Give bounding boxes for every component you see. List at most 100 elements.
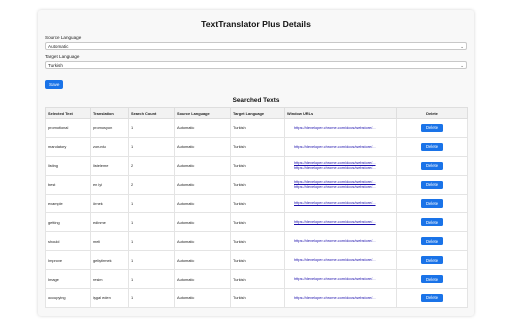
selected-text-cell: Image xyxy=(45,269,91,290)
window-urls-cell: https://developer.chrome.com/docs/websto… xyxy=(284,193,397,214)
selected-text-cell: mandatory xyxy=(45,136,91,157)
url-list: https://developer.chrome.com/docs/websto… xyxy=(287,239,394,243)
delete-button[interactable]: Delete xyxy=(421,274,443,284)
delete-button[interactable]: Delete xyxy=(421,123,443,133)
window-url-link[interactable]: https://developer.chrome.com/docs/websto… xyxy=(294,239,394,243)
source-language-value: Automatic xyxy=(48,44,69,49)
selected-text-cell: getting xyxy=(45,212,91,233)
table-row: occupyingişgal eden1AutomaticTurkish http… xyxy=(45,288,468,308)
delete-cell: Delete xyxy=(396,118,468,138)
translation-cell: örnek xyxy=(90,193,129,214)
selected-text-cell: occupying xyxy=(45,288,91,308)
window-urls-cell: https://developer.chrome.com/docs/websto… xyxy=(284,174,397,195)
header-selected-text: Selected Text xyxy=(45,107,91,119)
window-urls-cell: https://developer.chrome.com/docs/websto… xyxy=(284,118,397,138)
translation-cell: promosyon xyxy=(90,118,129,138)
delete-cell: Delete xyxy=(396,155,468,176)
target-language-select[interactable]: Turkish ⌄ xyxy=(45,61,467,69)
search-count-cell: 1 xyxy=(128,212,175,233)
header-target-language: Target Language xyxy=(230,107,285,119)
search-count-cell: 1 xyxy=(128,250,175,271)
window-url-link[interactable]: https://developer.chrome.com/docs/websto… xyxy=(294,258,394,262)
search-count-cell: 2 xyxy=(128,155,175,176)
source-language-cell: Automatic xyxy=(174,136,231,157)
translation-cell: edinme xyxy=(90,212,129,233)
table-row: exampleörnek1AutomaticTurkish https://dev… xyxy=(45,193,468,214)
table-row: listinglisteleme2AutomaticTurkish https:/… xyxy=(45,155,468,176)
selected-text-cell: promotional xyxy=(45,118,91,138)
url-list: https://developer.chrome.com/docs/websto… xyxy=(287,126,394,130)
target-language-cell: Turkish xyxy=(230,269,285,290)
delete-cell: Delete xyxy=(396,174,468,195)
window-url-link[interactable]: https://developer.chrome.com/docs/websto… xyxy=(294,220,394,224)
url-list: https://developer.chrome.com/docs/websto… xyxy=(287,296,394,300)
window-urls-cell: https://developer.chrome.com/docs/websto… xyxy=(284,155,397,176)
source-language-cell: Automatic xyxy=(174,193,231,214)
target-language-value: Turkish xyxy=(48,63,63,68)
selected-text-cell: Improve xyxy=(45,250,91,271)
header-search-count: Search Count xyxy=(128,107,175,119)
delete-button[interactable]: Delete xyxy=(421,293,443,303)
translation-cell: zorunlu xyxy=(90,136,129,157)
target-language-cell: Turkish xyxy=(230,136,285,157)
header-source-language: Source Language xyxy=(174,107,231,119)
search-count-cell: 1 xyxy=(128,231,175,252)
url-list: https://developer.chrome.com/docs/websto… xyxy=(287,277,394,281)
source-language-label: Source Language xyxy=(45,35,82,40)
source-language-cell: Automatic xyxy=(174,231,231,252)
searched-texts-title: Searched Texts xyxy=(232,97,280,104)
window-url-link[interactable]: https://developer.chrome.com/docs/websto… xyxy=(294,201,394,205)
table-header-row: Selected Text Translation Search Count S… xyxy=(45,107,468,119)
source-language-cell: Automatic xyxy=(174,212,231,233)
delete-button[interactable]: Delete xyxy=(421,199,443,208)
window-urls-cell: https://developer.chrome.com/docs/websto… xyxy=(284,288,397,308)
header-window-urls: Window URLs xyxy=(284,107,397,119)
translation-cell: en iyi xyxy=(90,174,129,195)
page-title: TextTranslator Plus Details xyxy=(201,19,311,29)
table-row: gettingedinme1AutomaticTurkish https://de… xyxy=(45,212,468,233)
save-button[interactable]: Save xyxy=(45,80,64,89)
selected-text-cell: best xyxy=(45,174,91,195)
delete-button[interactable]: Delete xyxy=(421,180,443,189)
window-url-link[interactable]: https://developer.chrome.com/docs/websto… xyxy=(294,166,394,170)
url-list: https://developer.chrome.com/docs/websto… xyxy=(287,220,394,224)
target-language-cell: Turkish xyxy=(230,155,285,176)
chevron-down-icon: ⌄ xyxy=(460,63,464,68)
window-url-link[interactable]: https://developer.chrome.com/docs/websto… xyxy=(294,277,394,281)
delete-button[interactable]: Delete xyxy=(421,237,443,246)
window-url-link[interactable]: https://developer.chrome.com/docs/websto… xyxy=(294,126,394,130)
window-urls-cell: https://developer.chrome.com/docs/websto… xyxy=(284,136,397,157)
source-language-select[interactable]: Automatic ⌄ xyxy=(45,42,467,50)
translation-cell: meli xyxy=(90,231,129,252)
selected-text-cell: should xyxy=(45,231,91,252)
details-card: TextTranslator Plus Details Source Langu… xyxy=(38,10,474,316)
table-row: shouldmeli1AutomaticTurkish https://devel… xyxy=(45,231,468,252)
target-language-cell: Turkish xyxy=(230,212,285,233)
window-url-link[interactable]: https://developer.chrome.com/docs/websto… xyxy=(294,296,394,300)
delete-cell: Delete xyxy=(396,136,468,157)
target-language-cell: Turkish xyxy=(230,118,285,138)
window-url-link[interactable]: https://developer.chrome.com/docs/websto… xyxy=(294,185,394,189)
delete-cell: Delete xyxy=(396,250,468,271)
window-urls-cell: https://developer.chrome.com/docs/websto… xyxy=(284,269,397,290)
chevron-down-icon: ⌄ xyxy=(460,44,464,49)
search-count-cell: 1 xyxy=(128,288,175,308)
target-language-cell: Turkish xyxy=(230,231,285,252)
searched-texts-table: Selected Text Translation Search Count S… xyxy=(45,107,468,308)
header-delete: Delete xyxy=(396,107,468,119)
delete-cell: Delete xyxy=(396,231,468,252)
url-list: https://developer.chrome.com/docs/websto… xyxy=(287,180,394,189)
target-language-cell: Turkish xyxy=(230,250,285,271)
delete-button[interactable]: Delete xyxy=(421,256,443,265)
url-list: https://developer.chrome.com/docs/websto… xyxy=(287,145,394,149)
search-count-cell: 1 xyxy=(128,193,175,214)
source-language-cell: Automatic xyxy=(174,250,231,271)
translation-cell: işgal eden xyxy=(90,288,129,308)
delete-button[interactable]: Delete xyxy=(421,142,443,151)
target-language-cell: Turkish xyxy=(230,174,285,195)
delete-button[interactable]: Delete xyxy=(421,161,443,170)
table-row: mandatoryzorunlu1AutomaticTurkish https:/… xyxy=(45,136,468,157)
window-url-link[interactable]: https://developer.chrome.com/docs/websto… xyxy=(294,145,394,149)
delete-button[interactable]: Delete xyxy=(421,218,443,227)
delete-cell: Delete xyxy=(396,269,468,290)
